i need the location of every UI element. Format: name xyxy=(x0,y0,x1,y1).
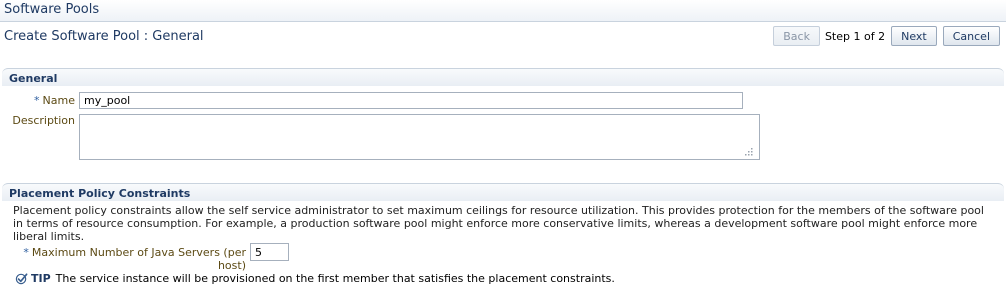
tip-check-icon xyxy=(15,273,28,285)
next-button[interactable]: Next xyxy=(891,26,937,46)
required-marker: * xyxy=(23,246,29,259)
cancel-button[interactable]: Cancel xyxy=(942,26,1000,46)
name-label-text: Name xyxy=(42,94,75,107)
page-title: Create Software Pool : General xyxy=(4,29,204,44)
description-textarea[interactable] xyxy=(79,114,760,160)
max-servers-label: * Maximum Number of Java Servers (per hos… xyxy=(12,246,246,272)
general-section-header: General xyxy=(2,68,1004,86)
max-servers-input[interactable] xyxy=(250,243,289,261)
placement-description: Placement policy constraints allow the s… xyxy=(13,204,984,243)
name-input[interactable] xyxy=(79,92,743,109)
required-marker: * xyxy=(34,94,40,107)
app-title: Software Pools xyxy=(4,2,100,17)
wizard-train-toolbar: Back Step 1 of 2 Next Cancel xyxy=(773,26,1000,46)
back-button[interactable]: Back xyxy=(773,26,820,46)
app-header: Software Pools xyxy=(0,0,1006,22)
placement-section-header: Placement Policy Constraints xyxy=(2,183,1004,201)
name-label: * Name xyxy=(20,94,75,107)
tip-text: The service instance will be provisioned… xyxy=(55,272,615,285)
description-label: Description xyxy=(12,114,75,127)
placement-section-title: Placement Policy Constraints xyxy=(9,187,191,200)
max-servers-label-text: Maximum Number of Java Servers (per host… xyxy=(31,246,246,272)
tip-label: TIP xyxy=(31,272,51,285)
tip-row: TIP The service instance will be provisi… xyxy=(15,272,615,285)
step-indicator: Step 1 of 2 xyxy=(824,29,886,43)
resize-grip-icon[interactable] xyxy=(744,147,754,157)
general-section-title: General xyxy=(9,72,58,85)
